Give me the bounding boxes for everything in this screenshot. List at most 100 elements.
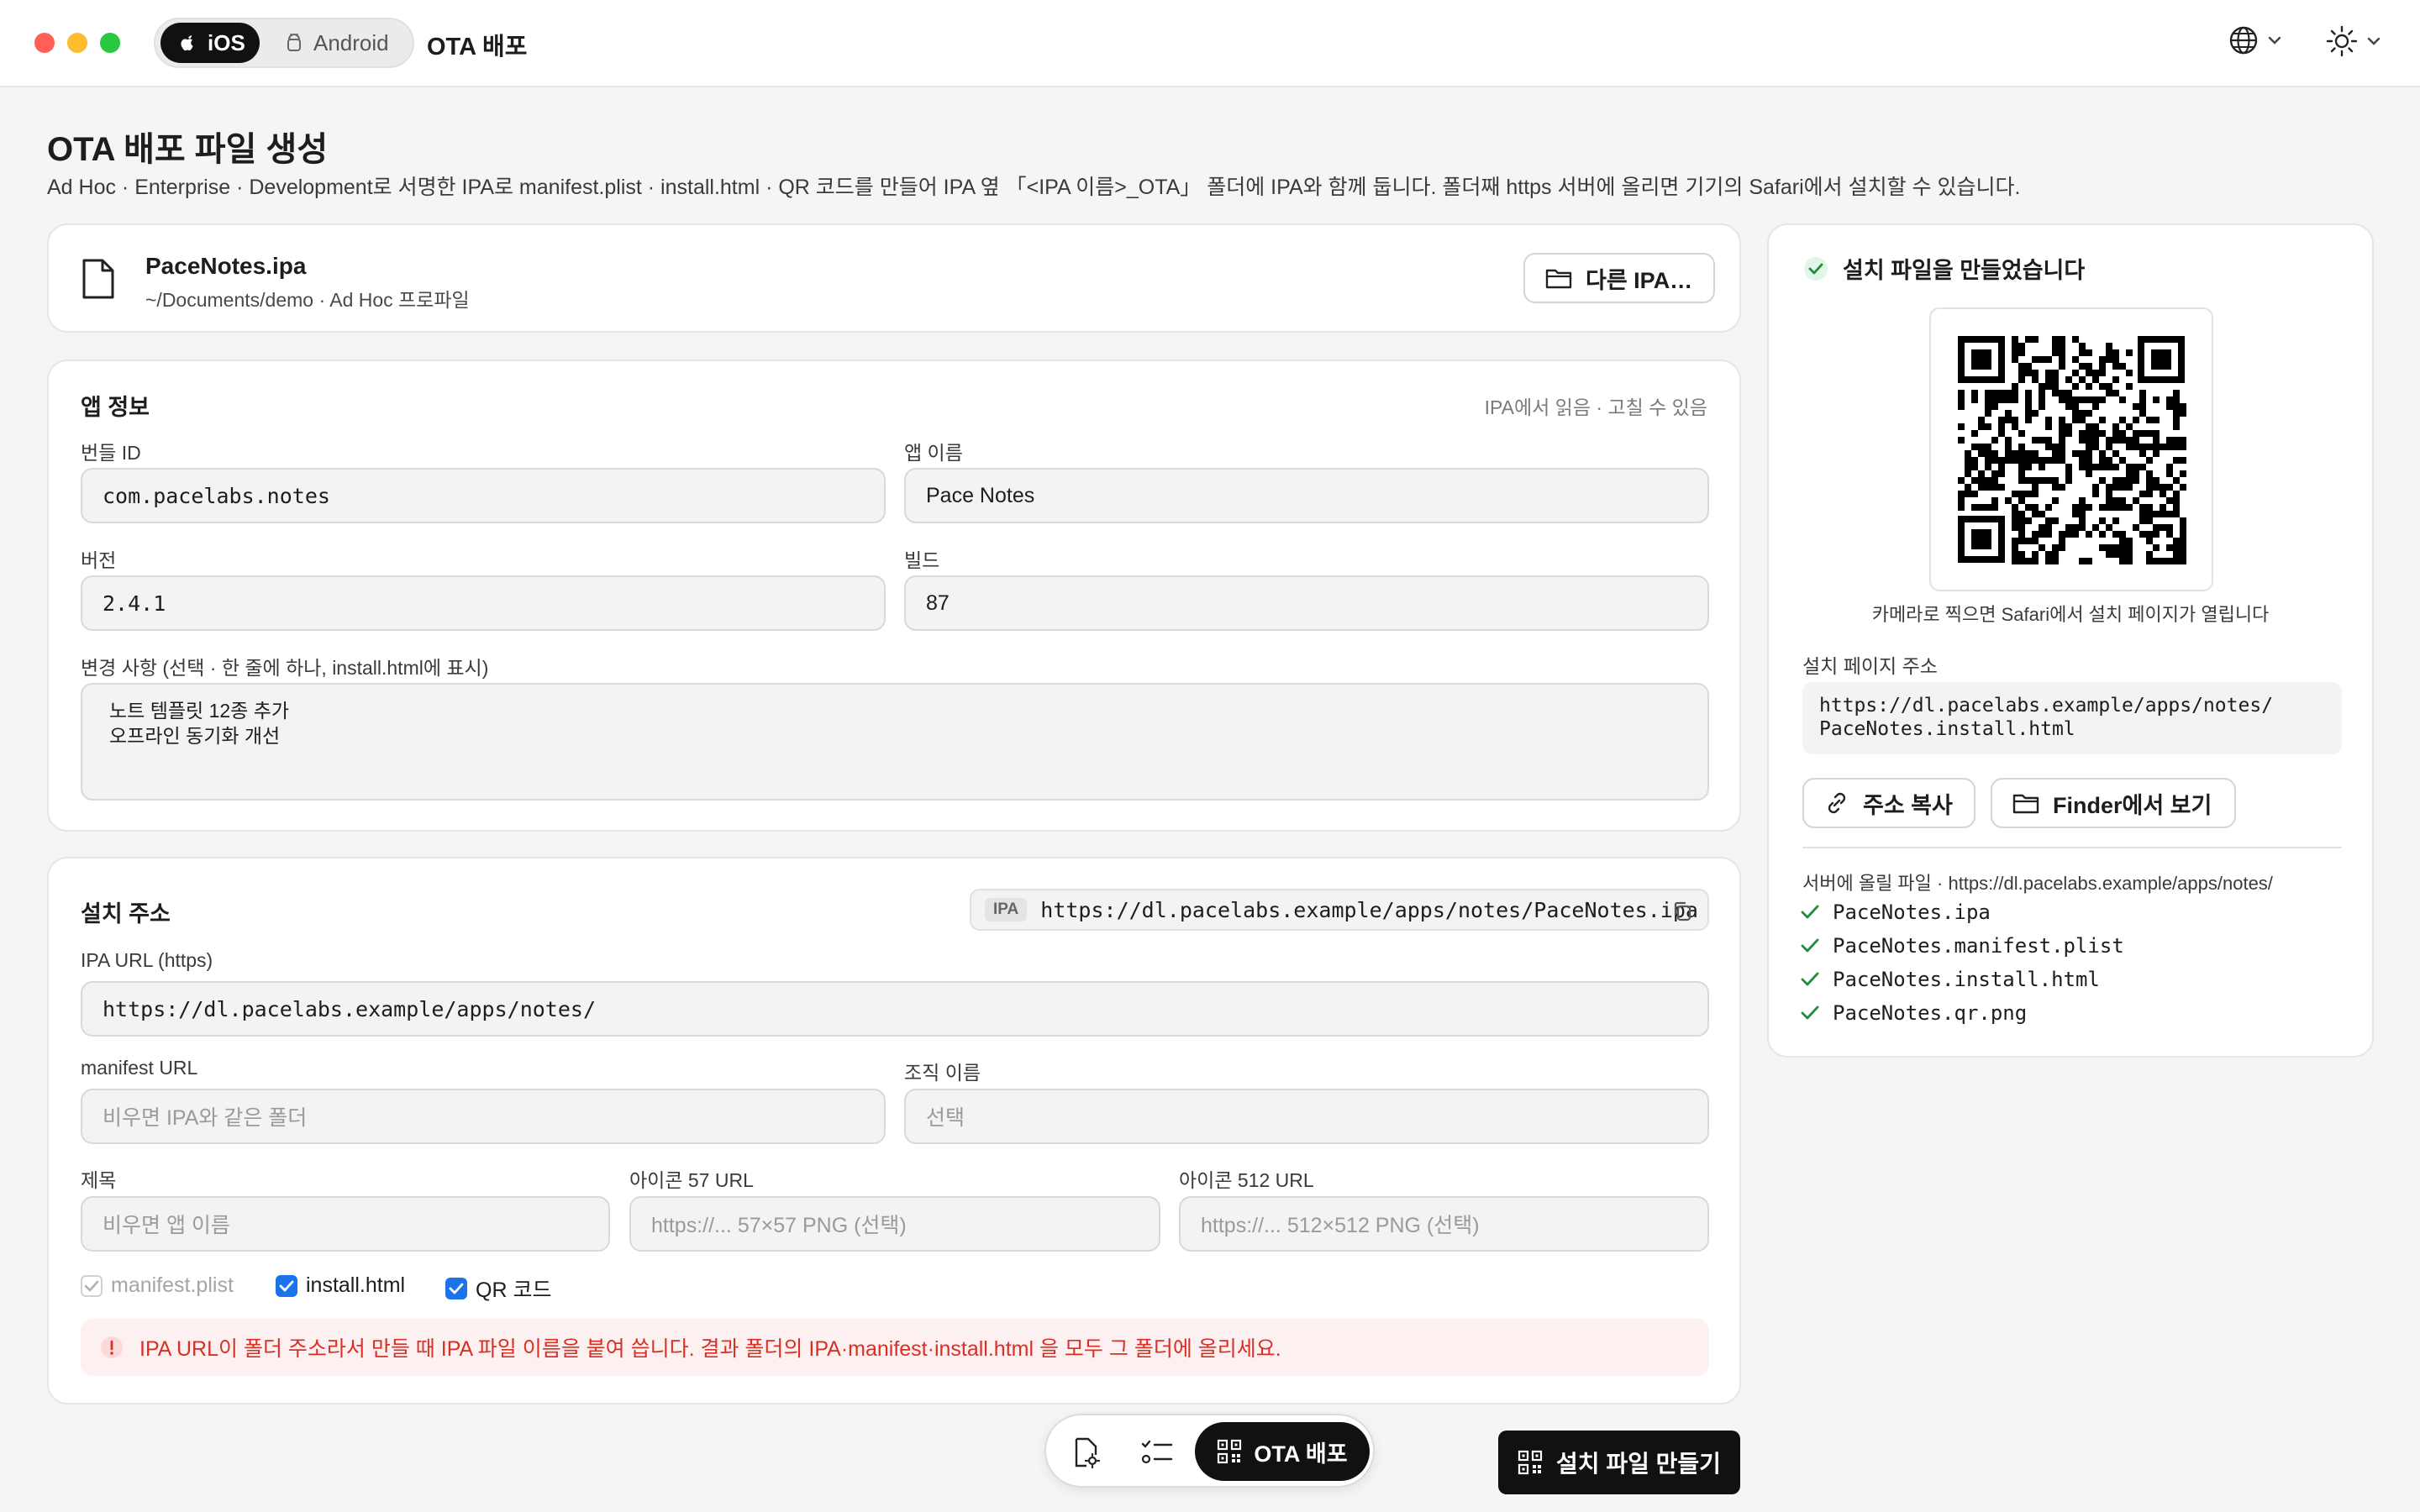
file-name: PaceNotes.ipa: [145, 253, 307, 279]
ipa-full-url: https://dl.pacelabs.example/apps/notes/P…: [1040, 897, 1698, 922]
upload-file-name: PaceNotes.manifest.plist: [1833, 934, 2124, 958]
install-address-card: 설치 주소 IPA https://dl.pacelabs.example/ap…: [47, 857, 1741, 1404]
changes-line: 오프라인 동기화 개선: [109, 725, 281, 747]
appearance-menu[interactable]: [2326, 25, 2381, 57]
globe-icon: [2228, 25, 2259, 55]
upload-file-item: PaceNotes.qr.png: [1801, 1001, 2027, 1025]
upload-files-label: 서버에 올릴 파일 · https://dl.pacelabs.example/…: [1802, 873, 2273, 894]
copy-icon[interactable]: [1672, 900, 1692, 922]
qr-checkbox-row[interactable]: QR 코드: [445, 1273, 551, 1304]
ipa-tag: IPA: [985, 898, 1028, 921]
dock-checklist-button[interactable]: [1137, 1432, 1177, 1473]
warning-text: IPA URL이 폴더 주소라서 만들 때 IPA 파일 이름을 붙여 씁니다.…: [139, 1337, 1281, 1361]
platform-ios-tab[interactable]: iOS: [160, 23, 260, 63]
page-subtitle: Ad Hoc · Enterprise · Development로 서명한 I…: [47, 176, 2021, 199]
show-in-finder-label: Finder에서 보기: [2053, 792, 2212, 818]
install-url-line: https://dl.pacelabs.example/apps/notes/: [1819, 695, 2274, 717]
org-name-field[interactable]: 선택: [904, 1089, 1709, 1144]
copy-url-button[interactable]: 주소 복사: [1802, 778, 1975, 828]
title-field[interactable]: 비우면 앱 이름: [81, 1196, 610, 1252]
manifest-checkbox: [81, 1274, 103, 1297]
qr-code-frame: [1929, 307, 2213, 591]
upload-file-name: PaceNotes.ipa: [1833, 900, 1991, 924]
version-field[interactable]: 2.4.1: [81, 575, 886, 631]
install-html-checkbox[interactable]: [276, 1274, 297, 1297]
platform-segmented-control: iOS Android: [154, 18, 414, 68]
chevron-down-icon: [2366, 36, 2381, 46]
install-html-checkbox-label: install.html: [306, 1273, 406, 1297]
app-title: OTA 배포: [427, 34, 528, 60]
folder-icon: [2012, 792, 2039, 814]
icon57-field[interactable]: https://... 57×57 PNG (선택): [629, 1196, 1160, 1252]
dock-file-settings-button[interactable]: [1066, 1432, 1107, 1473]
qr-checkbox[interactable]: [445, 1278, 467, 1299]
qr-code: [1958, 336, 2186, 564]
icon57-label: 아이콘 57 URL: [629, 1169, 754, 1191]
success-check-icon: [1802, 255, 1829, 282]
app-info-hint: IPA에서 읽음 · 고칠 수 있음: [1484, 396, 1707, 418]
upload-file-item: PaceNotes.manifest.plist: [1801, 934, 2124, 958]
result-card: 설치 파일을 만들었습니다 카메라로 찍으면 Safari에서 설치 페이지가 …: [1767, 223, 2374, 1058]
file-card: PaceNotes.ipa ~/Documents/demo · Ad Hoc …: [47, 223, 1741, 333]
app-info-title: 앱 정보: [81, 395, 150, 420]
file-meta: ~/Documents/demo · Ad Hoc 프로파일: [145, 289, 470, 311]
build-field[interactable]: 87: [904, 575, 1709, 631]
create-install-files-button[interactable]: 설치 파일 만들기: [1498, 1431, 1740, 1494]
divider: [1802, 847, 2342, 848]
document-icon: [81, 257, 116, 301]
warning-icon: [99, 1335, 124, 1360]
ipa-url-label: IPA URL (https): [81, 949, 213, 971]
check-icon: [1801, 972, 1819, 987]
sun-icon: [2326, 25, 2358, 57]
ipa-url-preview: IPA https://dl.pacelabs.example/apps/not…: [970, 889, 1709, 931]
qr-icon: [1518, 1450, 1543, 1475]
minimize-window-button[interactable]: [67, 33, 87, 53]
manifest-url-label: manifest URL: [81, 1057, 198, 1079]
close-window-button[interactable]: [34, 33, 55, 53]
app-name-field[interactable]: Pace Notes: [904, 468, 1709, 523]
result-header: 설치 파일을 만들었습니다: [1802, 252, 2085, 285]
bundle-id-label: 번들 ID: [81, 442, 141, 464]
copy-url-label: 주소 복사: [1863, 792, 1953, 818]
upload-file-item: PaceNotes.ipa: [1801, 900, 1991, 924]
build-label: 빌드: [904, 549, 940, 571]
qr-icon: [1217, 1439, 1242, 1464]
changes-label: 변경 사항 (선택 · 한 줄에 하나, install.html에 표시): [81, 657, 489, 679]
android-icon: [285, 33, 303, 53]
icon512-field[interactable]: https://... 512×512 PNG (선택): [1179, 1196, 1709, 1252]
title-label: 제목: [81, 1169, 117, 1191]
install-url-box[interactable]: https://dl.pacelabs.example/apps/notes/ …: [1802, 682, 2342, 754]
icon512-label: 아이콘 512 URL: [1179, 1169, 1314, 1191]
manifest-checkbox-row: manifest.plist: [81, 1273, 234, 1298]
install-address-title: 설치 주소: [81, 901, 171, 927]
choose-other-ipa-button[interactable]: 다른 IPA…: [1523, 253, 1715, 303]
zoom-window-button[interactable]: [100, 33, 120, 53]
upload-file-name: PaceNotes.install.html: [1833, 968, 2100, 991]
file-gear-icon: [1071, 1436, 1102, 1468]
title-bar: iOS Android OTA 배포: [0, 0, 2420, 87]
show-in-finder-button[interactable]: Finder에서 보기: [1991, 778, 2236, 828]
chevron-down-icon: [2267, 35, 2282, 45]
dock-ota-label: OTA 배포: [1254, 1441, 1348, 1467]
app-info-card: 앱 정보 IPA에서 읽음 · 고칠 수 있음 번들 ID com.pacela…: [47, 360, 1741, 832]
page-title: OTA 배포 파일 생성: [47, 131, 329, 168]
check-icon: [1801, 1005, 1819, 1021]
org-name-label: 조직 이름: [904, 1062, 981, 1084]
manifest-url-field[interactable]: 비우면 IPA와 같은 폴더: [81, 1089, 886, 1144]
link-icon: [1824, 790, 1849, 816]
choose-other-ipa-label: 다른 IPA…: [1586, 267, 1693, 293]
language-menu[interactable]: [2228, 25, 2282, 55]
changes-line: 노트 템플릿 12종 추가: [109, 700, 290, 722]
dock-ota-tab[interactable]: OTA 배포: [1195, 1422, 1370, 1481]
qr-checkbox-label: QR 코드: [476, 1278, 552, 1302]
manifest-checkbox-label: manifest.plist: [111, 1273, 234, 1297]
changes-textarea[interactable]: 노트 템플릿 12종 추가 오프라인 동기화 개선: [81, 683, 1709, 801]
bundle-id-field[interactable]: com.pacelabs.notes: [81, 468, 886, 523]
platform-android-tab[interactable]: Android: [281, 23, 408, 63]
app-name-label: 앱 이름: [904, 442, 963, 464]
install-html-checkbox-row[interactable]: install.html: [276, 1273, 405, 1298]
platform-android-label: Android: [313, 29, 389, 55]
upload-file-item: PaceNotes.install.html: [1801, 968, 2100, 991]
ipa-url-field[interactable]: https://dl.pacelabs.example/apps/notes/: [81, 981, 1709, 1037]
check-icon: [1801, 938, 1819, 953]
